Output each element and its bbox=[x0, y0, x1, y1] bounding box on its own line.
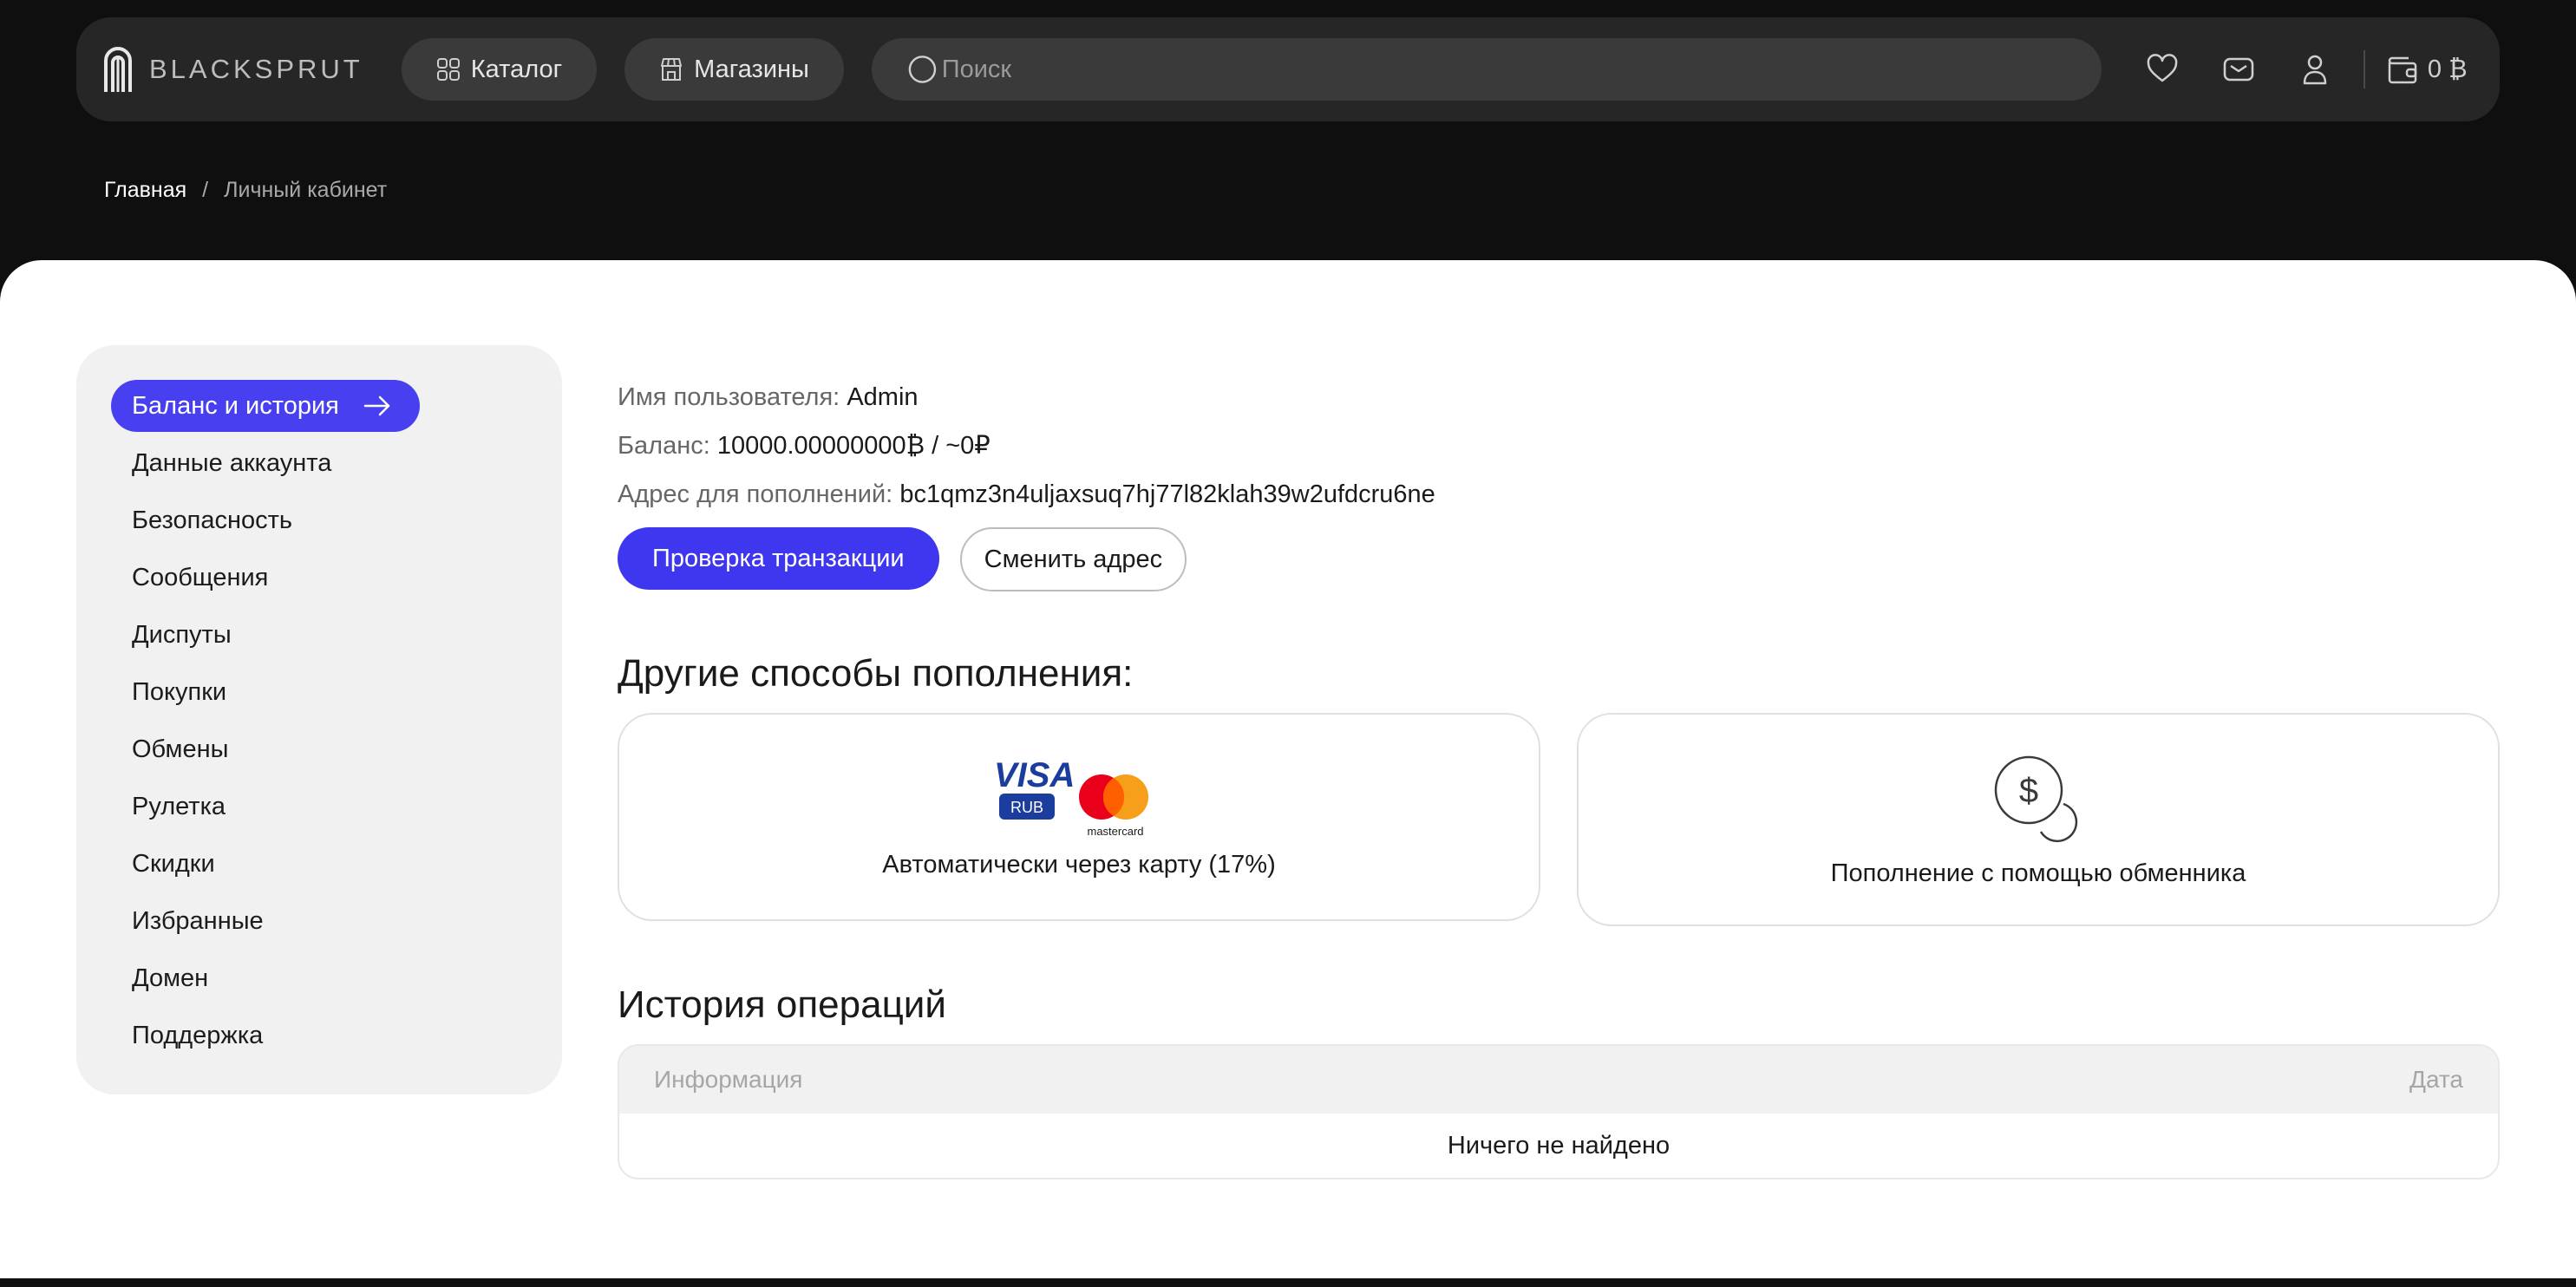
shops-button[interactable]: Магазины bbox=[624, 38, 844, 101]
change-address-button[interactable]: Сменить адрес bbox=[959, 527, 1187, 591]
check-transaction-button[interactable]: Проверка транзакции bbox=[618, 527, 939, 590]
card-payment-label: Автоматически через карту (17%) bbox=[882, 850, 1276, 879]
deposit-methods: VISA RUB mastercard Автоматически через … bbox=[618, 713, 2500, 926]
balance-label: Баланс: bbox=[618, 432, 710, 460]
column-header-date: Дата bbox=[2409, 1066, 2463, 1093]
header-divider bbox=[2363, 50, 2365, 88]
favorites-button[interactable] bbox=[2124, 38, 2200, 101]
sidebar-item-roulette[interactable]: Рулетка bbox=[111, 781, 562, 833]
sidebar-item-favorites[interactable]: Избранные bbox=[111, 895, 562, 947]
user-icon bbox=[2303, 55, 2327, 85]
sidebar-item-label: Покупки bbox=[132, 677, 227, 706]
logo[interactable]: BLACKSPRUT bbox=[102, 43, 363, 95]
grid-icon bbox=[436, 58, 460, 81]
sidebar-item-domain[interactable]: Домен bbox=[111, 952, 562, 1004]
svg-text:$: $ bbox=[2019, 772, 2038, 810]
catalog-label: Каталог bbox=[470, 55, 563, 83]
blacksprut-logo-icon bbox=[104, 47, 132, 92]
mail-icon bbox=[2223, 57, 2254, 82]
sidebar-item-label: Поддержка bbox=[132, 1021, 264, 1049]
balance-actions: Проверка транзакции Сменить адрес bbox=[618, 527, 2500, 591]
wallet-button[interactable]: 0 ₿ bbox=[2384, 52, 2468, 87]
mastercard-text: mastercard bbox=[1087, 825, 1143, 838]
balance-value: 10000.00000000₿ / ~0₽ bbox=[716, 432, 991, 460]
catalog-button[interactable]: Каталог bbox=[401, 38, 598, 101]
username-line: Имя пользователя: Admin bbox=[618, 373, 2500, 421]
card-payment-option[interactable]: VISA RUB mastercard Автоматически через … bbox=[618, 713, 1540, 921]
breadcrumb: Главная / Личный кабинет bbox=[104, 178, 387, 203]
history-empty-row: Ничего не найдено bbox=[1447, 1131, 1670, 1160]
heart-icon bbox=[2147, 54, 2178, 82]
sidebar-item-label: Избранные bbox=[132, 906, 264, 935]
sidebar-item-exchanges[interactable]: Обмены bbox=[111, 723, 562, 775]
wallet-icon bbox=[2388, 56, 2417, 84]
balance-content: Имя пользователя: Admin Баланс: 10000.00… bbox=[618, 373, 2500, 1179]
sidebar-item-label: Домен bbox=[132, 964, 209, 992]
sidebar-item-label: Безопасность bbox=[132, 506, 292, 534]
history-title: История операций bbox=[618, 983, 946, 1026]
wallet-amount: 0 ₿ bbox=[2427, 55, 2468, 83]
username-value: Admin bbox=[847, 383, 919, 411]
address-label: Адрес для пополнений: bbox=[618, 480, 893, 508]
deposit-address[interactable]: bc1qmz3n4uljaxsuq7hj77l82klah39w2ufdcru6… bbox=[899, 480, 1435, 508]
visa-mastercard-logo-icon: VISA RUB mastercard bbox=[994, 756, 1148, 838]
sidebar-item-label: Скидки bbox=[132, 849, 215, 878]
sidebar-item-security[interactable]: Безопасность bbox=[111, 494, 562, 546]
profile-button[interactable] bbox=[2277, 38, 2353, 101]
other-methods-title: Другие способы пополнения: bbox=[618, 652, 1134, 695]
sidebar-item-account-data[interactable]: Данные аккаунта bbox=[111, 437, 562, 489]
search-icon bbox=[908, 56, 937, 83]
arrow-right-icon bbox=[363, 395, 390, 416]
sidebar-item-label: Сообщения bbox=[132, 563, 269, 591]
search-input[interactable] bbox=[941, 55, 2067, 84]
search-bar[interactable] bbox=[871, 38, 2102, 101]
history-table: Информация Дата Ничего не найдено bbox=[618, 1044, 2500, 1179]
sidebar-item-messages[interactable]: Сообщения bbox=[111, 552, 562, 604]
breadcrumb-home[interactable]: Главная bbox=[104, 178, 186, 203]
breadcrumb-separator: / bbox=[202, 178, 209, 202]
sidebar-item-discounts[interactable]: Скидки bbox=[111, 838, 562, 890]
top-navbar: BLACKSPRUT Каталог Магазины Поиск 0 ₿ bbox=[76, 17, 2500, 121]
sidebar-item-label: Рулетка bbox=[132, 792, 226, 820]
visa-text: VISA bbox=[994, 756, 1075, 794]
history-header-row: Информация Дата bbox=[619, 1046, 2498, 1114]
rub-text: RUB bbox=[1010, 799, 1043, 816]
breadcrumb-current: Личный кабинет bbox=[224, 178, 388, 202]
sidebar-item-label: Диспуты bbox=[132, 620, 232, 649]
sidebar-item-balance[interactable]: Баланс и история bbox=[111, 380, 420, 432]
username-label: Имя пользователя: bbox=[618, 383, 840, 411]
logo-text: BLACKSPRUT bbox=[149, 54, 363, 84]
sidebar-item-support[interactable]: Поддержка bbox=[111, 1009, 562, 1062]
column-header-info: Информация bbox=[654, 1066, 803, 1093]
sidebar-item-label: Баланс и история bbox=[132, 391, 339, 420]
sidebar-item-label: Обмены bbox=[132, 735, 229, 763]
coin-exchange-icon: $ bbox=[1994, 755, 2078, 842]
shops-label: Магазины bbox=[694, 55, 809, 83]
messages-button[interactable] bbox=[2200, 38, 2277, 101]
exchanger-label: Пополнение с помощью обменника bbox=[1830, 859, 2246, 887]
main-panel: Баланс и история Данные аккаунта Безопас… bbox=[0, 260, 2576, 1278]
exchanger-option[interactable]: $ Пополнение с помощью обменника bbox=[1577, 713, 2500, 926]
address-line: Адрес для пополнений: bc1qmz3n4uljaxsuq7… bbox=[618, 470, 2500, 519]
sidebar-item-purchases[interactable]: Покупки bbox=[111, 666, 562, 718]
account-sidebar: Баланс и история Данные аккаунта Безопас… bbox=[76, 345, 562, 1094]
store-icon bbox=[661, 58, 683, 81]
sidebar-item-label: Данные аккаунта bbox=[132, 448, 332, 477]
sidebar-item-disputes[interactable]: Диспуты bbox=[111, 609, 562, 661]
balance-line: Баланс: 10000.00000000₿ / ~0₽ bbox=[618, 421, 2500, 470]
